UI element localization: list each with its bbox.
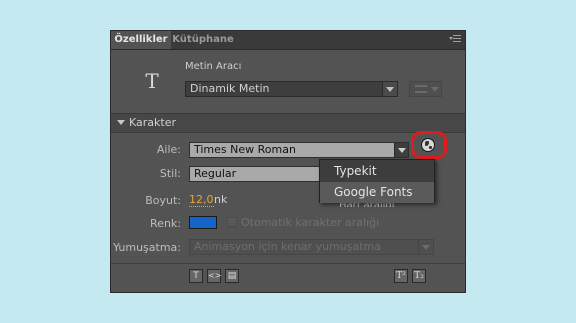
text-color-swatch[interactable] — [189, 216, 217, 229]
color-label: Renk: — [150, 217, 181, 230]
divider — [111, 263, 465, 264]
font-size-value[interactable]: 12,0 — [189, 193, 214, 207]
autokern-label: Otomatik karakter aralığı — [241, 216, 380, 229]
properties-panel: Özellikler Kütüphane T Metin Aracı Dinam… — [110, 30, 466, 293]
font-size-unit: nk — [214, 193, 228, 206]
text-type-value: Dinamik Metin — [190, 82, 270, 95]
border-text-icon[interactable]: ▤ — [225, 269, 239, 283]
menu-item-google-fonts[interactable]: Google Fonts — [320, 182, 434, 203]
collapse-triangle-icon — [117, 120, 125, 125]
font-style-dropdown[interactable]: Regular — [189, 166, 321, 182]
paragraph-direction-dropdown[interactable] — [409, 81, 442, 97]
anti-alias-value: Animasyon için kenar yumuşatma — [194, 240, 381, 253]
chevron-down-icon — [418, 240, 433, 254]
font-service-button[interactable] — [411, 131, 447, 159]
text-orientation-icon — [415, 85, 427, 93]
subscript-icon[interactable]: T₂ — [412, 269, 426, 283]
text-tool-icon: T — [145, 69, 159, 93]
anti-alias-dropdown[interactable]: Animasyon için kenar yumuşatma — [189, 239, 434, 255]
chevron-down-icon — [429, 82, 441, 96]
font-service-menu: Typekit Google Fonts — [319, 159, 435, 203]
style-label: Stil: — [159, 167, 181, 180]
selectable-text-icon[interactable]: T — [189, 269, 203, 283]
panel-tab-bar: Özellikler Kütüphane — [111, 31, 465, 50]
tool-name: Metin Aracı — [185, 61, 242, 72]
font-family-value: Times New Roman — [194, 143, 296, 156]
section-character[interactable]: Karakter — [111, 113, 465, 133]
panel-menu-icon[interactable] — [449, 34, 461, 44]
globe-icon — [421, 138, 435, 152]
chevron-down-icon — [382, 82, 397, 96]
html-render-icon[interactable]: <> — [207, 269, 221, 283]
autokern-checkbox[interactable] — [227, 217, 237, 227]
tab-library[interactable]: Kütüphane — [172, 31, 234, 49]
size-label: Boyut: — [145, 194, 181, 207]
menu-item-typekit[interactable]: Typekit — [320, 161, 434, 182]
font-family-dropdown[interactable]: Times New Roman — [189, 142, 409, 158]
text-type-dropdown[interactable]: Dinamik Metin — [185, 81, 398, 97]
font-style-value: Regular — [194, 167, 237, 180]
chevron-down-icon — [394, 143, 408, 157]
superscript-icon[interactable]: T² — [394, 269, 408, 283]
anti-alias-label: Yumuşatma: — [112, 241, 181, 254]
section-title: Karakter — [129, 116, 176, 129]
family-label: Aile: — [156, 143, 181, 156]
tab-properties[interactable]: Özellikler — [111, 31, 171, 49]
